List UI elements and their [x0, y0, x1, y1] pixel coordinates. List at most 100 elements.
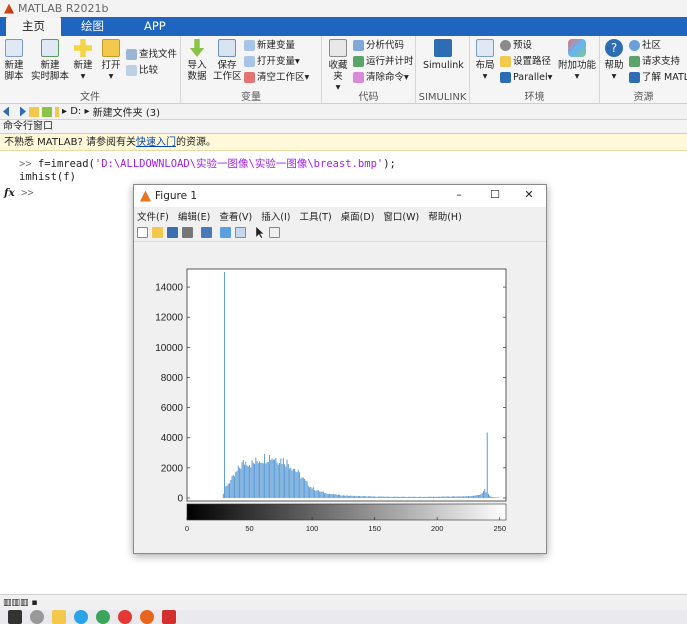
new-script-button[interactable]: 新建 脚本 [4, 39, 24, 82]
clear-commands-button[interactable]: 清除命令 ▾ [353, 70, 409, 85]
layout-button[interactable]: 布局 ▾ [474, 39, 496, 82]
help-question-icon: ? [605, 39, 623, 57]
addons-button[interactable]: 附加功能 ▾ [558, 39, 596, 82]
menu-help[interactable]: 帮助(H) [428, 209, 462, 223]
search-icon[interactable] [30, 610, 44, 624]
set-path-button[interactable]: 设置路径 [500, 54, 551, 69]
tab-plots[interactable]: 绘图 [61, 17, 124, 36]
layout-icon [476, 39, 494, 57]
tab-home[interactable]: 主页 [6, 17, 61, 36]
help-button[interactable]: ? 帮助 ▾ [603, 39, 625, 82]
y-tick-label: 14000 [155, 283, 183, 294]
new-button[interactable]: 新建 ▾ [72, 39, 94, 82]
run-time-icon [353, 56, 364, 67]
menu-desktop[interactable]: 桌面(D) [341, 209, 375, 223]
request-support-button[interactable]: 请求支持 [629, 54, 680, 69]
menu-view[interactable]: 查看(V) [219, 209, 252, 223]
path-drive[interactable]: D: [70, 106, 81, 117]
status-bar: ▥▥▥ ▪ [0, 594, 687, 610]
open-variable-button[interactable]: 打开变量 ▾ [244, 54, 300, 69]
chrome-browser-icon[interactable] [96, 610, 110, 624]
new-live-script-button[interactable]: 新建 实时脚本 [30, 39, 70, 82]
x-tick-label: 150 [368, 524, 381, 533]
info-bar: 不熟悉 MATLAB? 请参阅有关快速入门的资源。 [0, 134, 687, 151]
menu-window[interactable]: 窗口(W) [383, 209, 419, 223]
maximize-icon[interactable]: ☐ [488, 188, 502, 202]
property-inspector-icon[interactable] [269, 227, 280, 238]
menu-insert[interactable]: 插入(I) [261, 209, 290, 223]
current-folder-bar: ▸ D: ▸ 新建文件夹 (3) [0, 104, 687, 120]
save-workspace-button[interactable]: 保存 工作区 [213, 39, 242, 82]
link-plot-icon[interactable] [201, 227, 212, 238]
tab-apps[interactable]: APP [124, 17, 186, 36]
insert-colorbar-icon[interactable] [220, 227, 231, 238]
up-folder-icon[interactable] [29, 106, 39, 117]
back-arrow-icon[interactable] [3, 106, 9, 117]
code-group: 收藏夹 ▾ 分析代码 运行并计时 清除命令 ▾ 代码 [322, 36, 416, 104]
ribbon-toolstrip: 新建 脚本 新建 实时脚本 新建▾ 打开▾ 查找文件 比较 文件 导入 数据 [0, 36, 687, 104]
code-group-label: 代码 [358, 92, 379, 103]
compare-button[interactable]: 比较 [126, 63, 158, 78]
minimize-icon[interactable]: – [452, 188, 466, 202]
print-icon[interactable] [182, 227, 193, 238]
new-script-icon [5, 39, 23, 57]
figure-window[interactable]: Figure 1 – ☐ ✕ 文件(F) 编辑(E) 查看(V) 插入(I) 工… [133, 184, 547, 554]
environment-group-label: 环境 [524, 92, 545, 103]
variable-group: 导入 数据 保存 工作区 新建变量 打开变量 ▾ 清空工作区 ▾ 变量 [181, 36, 322, 104]
matlab-taskbar-icon[interactable] [140, 610, 154, 624]
menu-file[interactable]: 文件(F) [137, 209, 169, 223]
community-button[interactable]: 社区 [629, 38, 661, 53]
clear-workspace-button[interactable]: 清空工作区 ▾ [244, 70, 309, 85]
start-icon[interactable] [8, 610, 22, 624]
parallel-button[interactable]: Parallel ▾ [500, 70, 552, 85]
command-line-2: imhist(f) [19, 171, 76, 183]
figure-title-bar[interactable]: Figure 1 – ☐ ✕ [134, 185, 546, 207]
open-file-icon[interactable] [152, 227, 163, 238]
path-folder[interactable]: 新建文件夹 (3) [93, 104, 160, 119]
y-tick-label: 6000 [161, 403, 184, 414]
os-taskbar [0, 610, 687, 624]
insert-legend-icon[interactable] [235, 227, 246, 238]
file-group: 新建 脚本 新建 实时脚本 新建 ▾ 打开 ▾ 查找文件 比较 文件 [0, 36, 181, 104]
edge-browser-icon[interactable] [74, 610, 88, 624]
variable-group-label: 变量 [241, 92, 261, 103]
figure-title: Figure 1 [155, 190, 198, 202]
command-line-1: >> f=imread('D:\ALLDOWNLOAD\实验一图像\实验一图像\… [19, 158, 396, 170]
file-explorer-icon[interactable] [52, 610, 66, 624]
pointer-icon[interactable] [256, 227, 264, 238]
support-icon [629, 56, 640, 67]
close-icon[interactable]: ✕ [522, 188, 536, 202]
browse-folder-icon[interactable] [42, 106, 52, 117]
analyze-code-button[interactable]: 分析代码 [353, 38, 404, 53]
gear-icon [500, 40, 511, 51]
import-data-button[interactable]: 导入 数据 [186, 39, 208, 82]
resources-group: ? 帮助▾ 社区 请求支持 了解 MATLAB 资源 [600, 36, 687, 104]
favorites-button[interactable]: 收藏夹 ▾ [325, 39, 351, 93]
menu-edit[interactable]: 编辑(E) [178, 209, 210, 223]
save-icon[interactable] [167, 227, 178, 238]
fx-icon[interactable]: fx [4, 187, 15, 199]
x-tick-label: 100 [306, 524, 319, 533]
ribbon-tab-bar: 主页 绘图 APP [0, 17, 687, 36]
histogram-plot[interactable]: 0 2000 4000 6000 8000 10000 12000 14000 0 50 100 1… [134, 242, 546, 553]
menu-tools[interactable]: 工具(T) [299, 209, 331, 223]
run-and-time-button[interactable]: 运行并计时 [353, 54, 414, 69]
favorites-star-icon [329, 39, 347, 57]
open-button[interactable]: 打开 ▾ [100, 39, 122, 82]
folder-small-icon [55, 106, 59, 117]
environment-group: 布局 ▾ 预设 设置路径 Parallel ▾ 附加功能 ▾ 环境 [470, 36, 600, 104]
find-files-button[interactable]: 查找文件 [126, 47, 177, 62]
x-tick-label: 0 [185, 524, 189, 533]
learn-matlab-button[interactable]: 了解 MATLAB [629, 70, 687, 85]
pdf-app-icon[interactable] [162, 610, 176, 624]
axes-box [186, 268, 507, 502]
app-red-icon[interactable] [118, 610, 132, 624]
simulink-button[interactable]: Simulink [423, 39, 464, 71]
forward-arrow-icon[interactable] [20, 106, 26, 117]
clear-commands-icon [353, 72, 364, 83]
new-figure-icon[interactable] [137, 227, 148, 238]
quick-start-link[interactable]: 快速入门 [136, 137, 176, 148]
preferences-button[interactable]: 预设 [500, 38, 532, 53]
new-variable-button[interactable]: 新建变量 [244, 38, 295, 53]
command-input-line[interactable]: fx >> [4, 187, 34, 199]
